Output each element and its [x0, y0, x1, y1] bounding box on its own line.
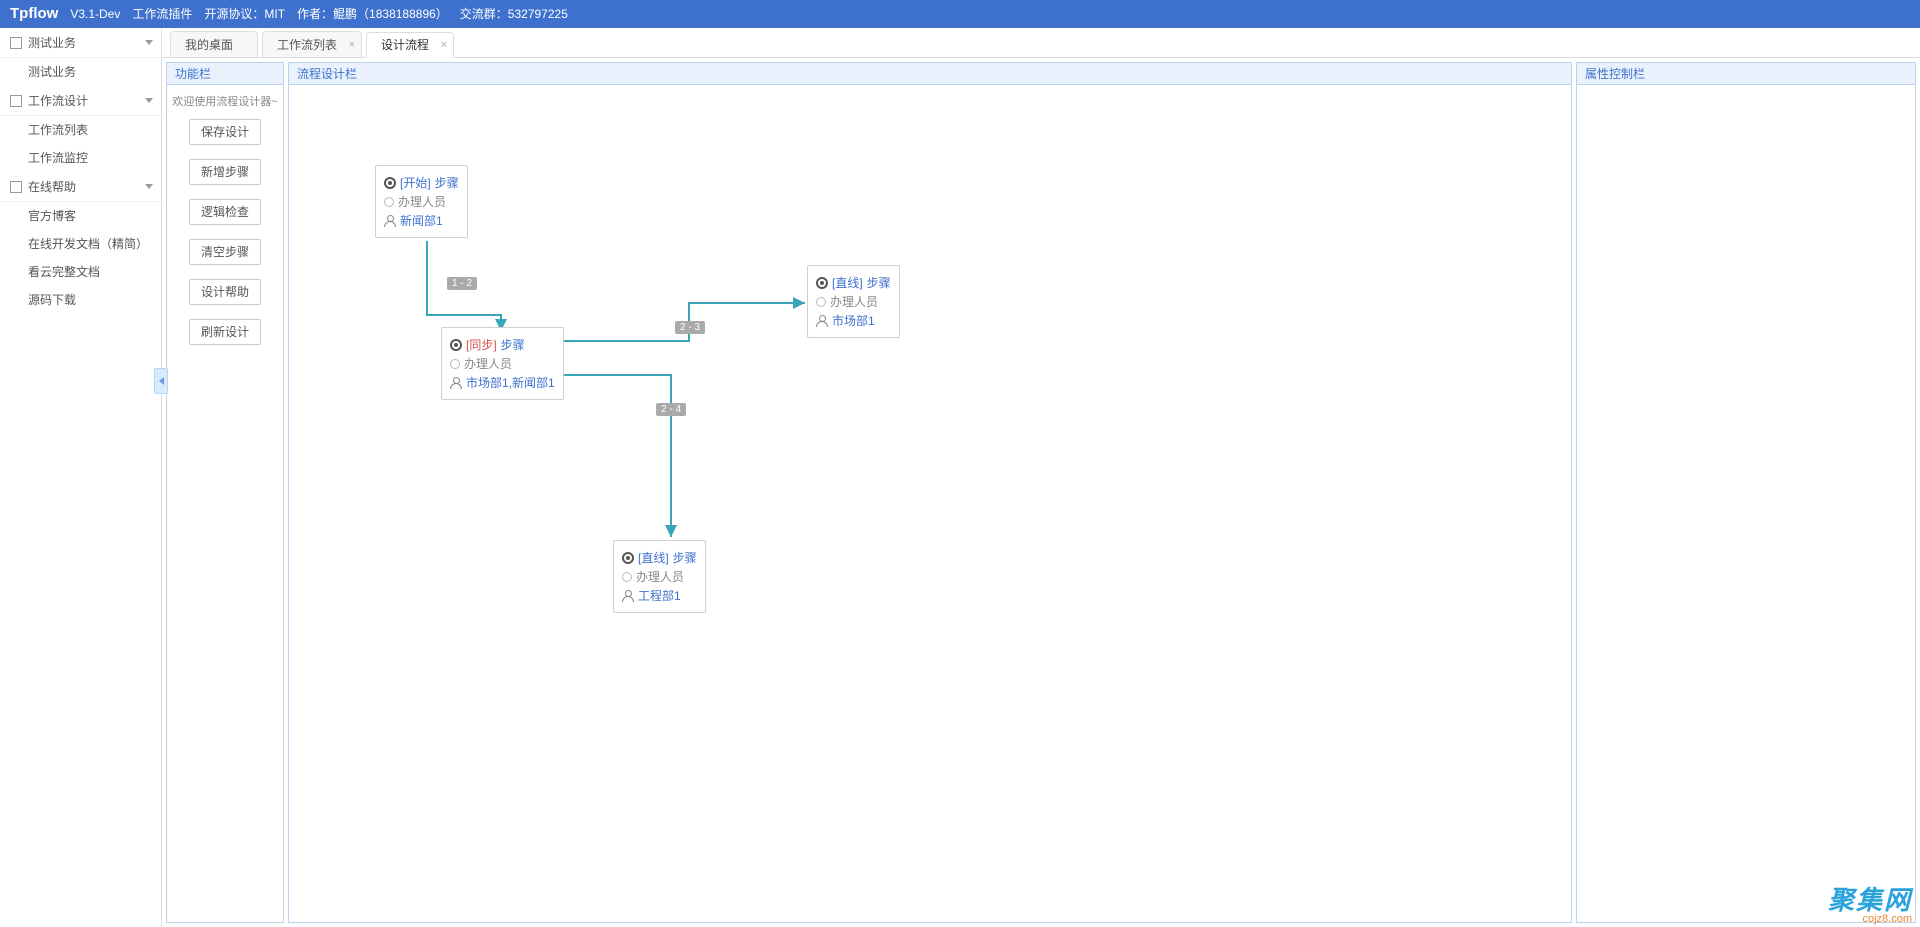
node-type: [开始]	[400, 174, 431, 191]
chevron-down-icon	[145, 184, 153, 189]
nav-group-header[interactable]: 在线帮助	[0, 172, 161, 202]
canvas-panel: 流程设计栏 [开始]步骤办理人员新闻部1[同步]步骤办理人员市场部1,新闻部1[…	[288, 62, 1572, 923]
app-header: Tpflow V3.1-Dev 工作流插件 开源协议：MIT 作者：鲲鹏（183…	[0, 0, 1920, 28]
node-assignee: 新闻部1	[400, 212, 443, 229]
node-assignee: 市场部1,新闻部1	[466, 374, 555, 391]
node-assignee: 工程部1	[638, 587, 681, 604]
edges-layer	[289, 85, 1571, 922]
user-icon	[384, 215, 396, 227]
node-handler-label: 办理人员	[398, 193, 446, 210]
sidebar: 测试业务测试业务工作流设计工作流列表工作流监控在线帮助官方博客在线开发文档（精简…	[0, 28, 162, 927]
function-panel: 功能栏 欢迎使用流程设计器~ 保存设计新增步骤逻辑检查清空步骤设计帮助刷新设计	[166, 62, 284, 923]
tab[interactable]: 设计流程 ×	[366, 32, 454, 58]
canvas-panel-title: 流程设计栏	[289, 63, 1571, 85]
gear-icon	[622, 552, 634, 564]
tab[interactable]: 工作流列表 ×	[262, 31, 362, 57]
node-handler-label: 办理人员	[636, 568, 684, 585]
nav-item[interactable]: 看云完整文档	[0, 258, 161, 286]
gear-icon	[450, 339, 462, 351]
welcome-text: 欢迎使用流程设计器~	[171, 93, 279, 109]
user-icon	[450, 377, 462, 389]
edge-label[interactable]: 2 - 4	[656, 403, 686, 416]
tab-bar: 我的桌面 工作流列表 × 设计流程 ×	[162, 28, 1920, 58]
folder-icon	[10, 37, 22, 49]
nav-item[interactable]: 在线开发文档（精简）	[0, 230, 161, 258]
nav-item[interactable]: 源码下载	[0, 286, 161, 314]
nav-item[interactable]: 工作流监控	[0, 144, 161, 172]
nav-group-label: 在线帮助	[28, 172, 76, 202]
gear-icon	[816, 277, 828, 289]
nav-item[interactable]: 工作流列表	[0, 116, 161, 144]
nav-item[interactable]: 测试业务	[0, 58, 161, 86]
node-type: [直线]	[832, 274, 863, 291]
nav-group-header[interactable]: 测试业务	[0, 28, 161, 58]
plugin-label: 工作流插件	[132, 0, 192, 28]
function-panel-title: 功能栏	[167, 63, 283, 85]
node-step: 步骤	[867, 274, 891, 291]
sidebar-collapse-handle[interactable]	[154, 368, 168, 394]
tab[interactable]: 我的桌面	[170, 31, 258, 57]
user-icon	[622, 590, 634, 602]
nav-group-label: 工作流设计	[28, 86, 88, 116]
folder-icon	[10, 95, 22, 107]
node-handler-label: 办理人员	[830, 293, 878, 310]
circle-icon	[450, 359, 460, 369]
close-icon[interactable]: ×	[441, 32, 447, 58]
nav-item[interactable]: 官方博客	[0, 202, 161, 230]
flow-node[interactable]: [直线]步骤办理人员工程部1	[613, 540, 706, 613]
circle-icon	[816, 297, 826, 307]
license-label: 开源协议：MIT	[204, 0, 285, 28]
toolbar-button[interactable]: 刷新设计	[189, 319, 261, 345]
property-panel-title: 属性控制栏	[1577, 63, 1915, 85]
flow-node[interactable]: [开始]步骤办理人员新闻部1	[375, 165, 468, 238]
brand: Tpflow	[10, 0, 58, 28]
close-icon[interactable]: ×	[349, 32, 355, 58]
flow-node[interactable]: [同步]步骤办理人员市场部1,新闻部1	[441, 327, 564, 400]
edge-label[interactable]: 2 - 3	[675, 321, 705, 334]
flow-canvas[interactable]: [开始]步骤办理人员新闻部1[同步]步骤办理人员市场部1,新闻部1[直线]步骤办…	[289, 85, 1571, 922]
toolbar-button[interactable]: 逻辑检查	[189, 199, 261, 225]
chevron-down-icon	[145, 40, 153, 45]
edge-label[interactable]: 1 - 2	[447, 277, 477, 290]
folder-icon	[10, 181, 22, 193]
node-type: [直线]	[638, 549, 669, 566]
node-step: 步骤	[673, 549, 697, 566]
chevron-down-icon	[145, 98, 153, 103]
toolbar-button[interactable]: 保存设计	[189, 119, 261, 145]
node-assignee: 市场部1	[832, 312, 875, 329]
gear-icon	[384, 177, 396, 189]
user-icon	[816, 315, 828, 327]
toolbar-button[interactable]: 清空步骤	[189, 239, 261, 265]
group-label: 交流群：532797225	[460, 0, 568, 28]
node-handler-label: 办理人员	[464, 355, 512, 372]
property-panel: 属性控制栏	[1576, 62, 1916, 923]
circle-icon	[622, 572, 632, 582]
node-step: 步骤	[435, 174, 459, 191]
author-label: 作者：鲲鹏（1838188896）	[297, 0, 448, 28]
tab-label: 工作流列表	[277, 32, 337, 58]
toolbar-button[interactable]: 设计帮助	[189, 279, 261, 305]
circle-icon	[384, 197, 394, 207]
flow-node[interactable]: [直线]步骤办理人员市场部1	[807, 265, 900, 338]
version-label: V3.1-Dev	[70, 0, 120, 28]
nav-group-label: 测试业务	[28, 28, 76, 58]
toolbar-button[interactable]: 新增步骤	[189, 159, 261, 185]
nav-group-header[interactable]: 工作流设计	[0, 86, 161, 116]
tab-label: 设计流程	[381, 32, 429, 58]
tab-label: 我的桌面	[185, 32, 233, 58]
node-step: 步骤	[501, 336, 525, 353]
node-type: [同步]	[466, 336, 497, 353]
